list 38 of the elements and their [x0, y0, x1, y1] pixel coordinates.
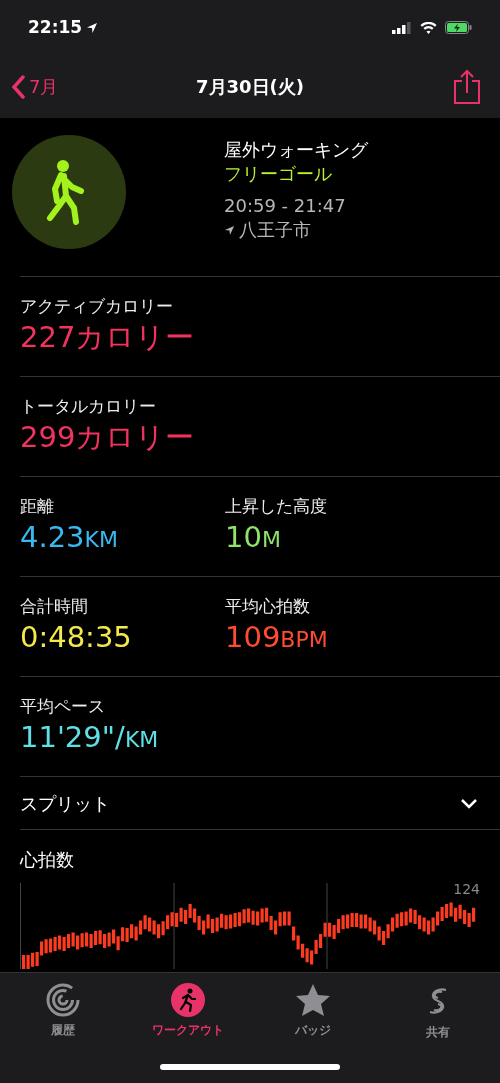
share-button[interactable] [452, 67, 482, 106]
tab-bar-item[interactable]: バッジ [250, 973, 375, 1042]
tab-bar-item[interactable]: 共有 [375, 973, 500, 1042]
metric-value: 227カロリー [20, 319, 196, 356]
metric-label: アクティブカロリー [20, 295, 174, 317]
metric-value: 11'29"/KM [20, 719, 160, 756]
tab-bar-item[interactable]: ワークアウト [125, 973, 250, 1042]
metric-label: 合計時間 [20, 595, 89, 617]
running-figure-icon [170, 983, 205, 1017]
signal-icon [392, 21, 412, 34]
metric-label: 平均心拍数 [225, 595, 311, 617]
metric-label: 平均ペース [20, 695, 106, 717]
metric-label: トータルカロリー [20, 395, 157, 417]
metric-value: 0:48:35 [20, 619, 133, 656]
rings-icon [45, 983, 80, 1017]
status-time: 22:15 [28, 15, 83, 39]
tab-bar-item[interactable]: 履歴 [0, 973, 125, 1042]
metric-value: 109BPM [225, 619, 329, 656]
heart-rate-title: 心拍数 [20, 848, 75, 872]
chevron-left-icon [11, 74, 25, 99]
metric-value: 4.23KM [20, 519, 119, 556]
splits-row[interactable]: スプリット [0, 777, 500, 829]
star-icon [294, 983, 331, 1017]
location-arrow-icon [86, 21, 99, 34]
axis-max-label: 124 [453, 881, 480, 897]
wifi-icon [420, 21, 437, 34]
battery-charging-icon [445, 21, 472, 34]
metric-label: 距離 [20, 495, 55, 517]
time-range: 20:59 - 21:47 [224, 194, 347, 218]
workout-goal: フリーゴール [224, 162, 333, 186]
location-text: 八王子市 [239, 218, 311, 242]
metric-value: 299カロリー [20, 419, 196, 456]
metric-label: 上昇した高度 [225, 495, 328, 517]
workout-name: 屋外ウォーキング [224, 138, 368, 162]
back-button[interactable]: 7月 [10, 72, 60, 101]
location-arrow-icon [224, 224, 235, 236]
nav-title: 7月30日(火) [196, 75, 304, 99]
metric-value: 10M [225, 519, 282, 556]
